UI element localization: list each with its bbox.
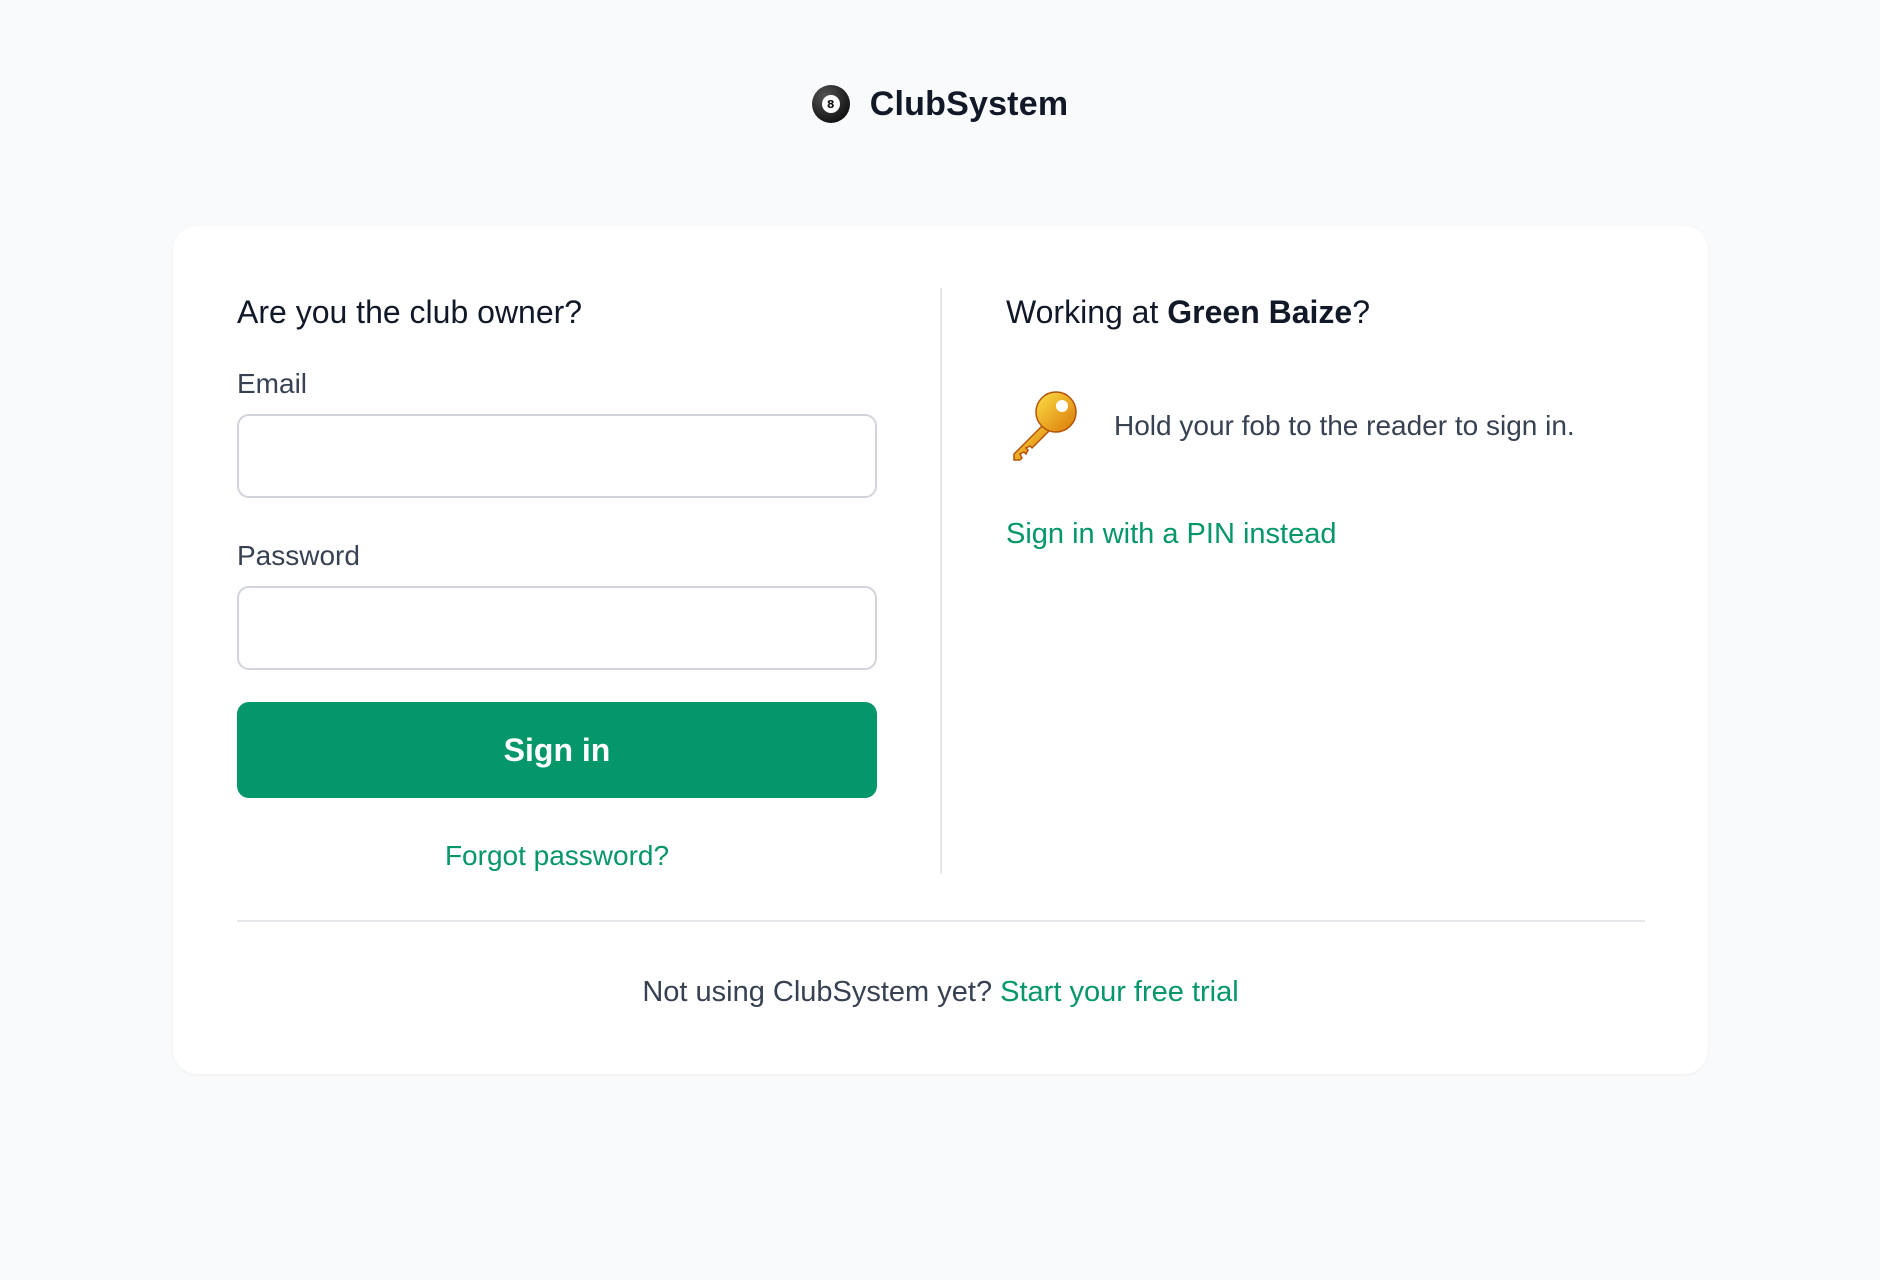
- owner-heading: Are you the club owner?: [237, 294, 583, 330]
- forgot-password-link[interactable]: Forgot password?: [237, 836, 877, 876]
- footer-divider: [237, 920, 1645, 922]
- free-trial-link[interactable]: Start your free trial: [1000, 976, 1239, 1008]
- staff-heading: Working at Green Baize?: [1006, 290, 1646, 334]
- eight-ball-icon: 8: [811, 85, 850, 123]
- password-field[interactable]: [237, 586, 877, 670]
- signup-prompt: Not using ClubSystem yet? Start your fre…: [173, 972, 1708, 1012]
- email-label: Email: [237, 368, 308, 399]
- column-divider: [940, 288, 942, 874]
- fob-instruction: Hold your fob to the reader to sign in.: [1006, 388, 1646, 464]
- staff-login-section: Working at Green Baize? Hold your fob to…: [1006, 290, 1646, 554]
- brand-header: 8 ClubSystem: [0, 82, 1880, 126]
- eight-ball-number: 8: [821, 95, 840, 113]
- password-label: Password: [237, 540, 360, 571]
- club-name: Green Baize: [1167, 294, 1353, 330]
- brand-name: ClubSystem: [869, 84, 1069, 123]
- owner-login-section: Are you the club owner? Email Password S…: [237, 290, 877, 876]
- sign-in-button[interactable]: Sign in: [237, 702, 877, 798]
- email-field[interactable]: [237, 414, 877, 498]
- staff-heading-prefix: Working at: [1006, 294, 1168, 330]
- staff-heading-suffix: ?: [1352, 294, 1371, 330]
- pin-signin-link[interactable]: Sign in with a PIN instead: [1006, 514, 1646, 554]
- signup-prompt-text: Not using ClubSystem yet?: [642, 976, 993, 1008]
- key-icon: [1013, 391, 1077, 461]
- fob-instruction-text: Hold your fob to the reader to sign in.: [1114, 410, 1575, 441]
- login-card: Are you the club owner? Email Password S…: [173, 226, 1708, 1074]
